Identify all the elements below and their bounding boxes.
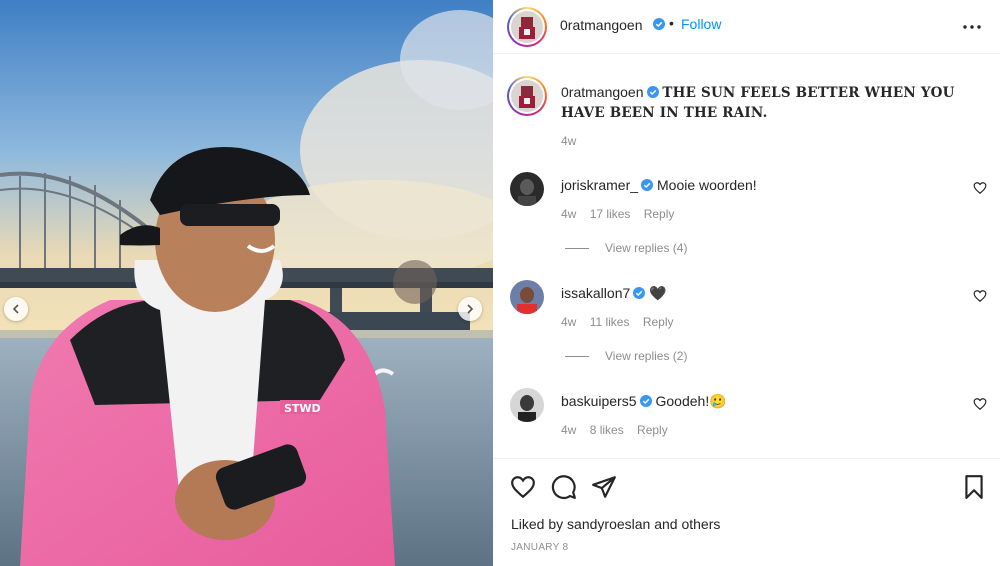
reply-button[interactable]: Reply xyxy=(644,207,675,221)
commenter-avatar[interactable] xyxy=(510,388,544,422)
paper-plane-icon[interactable] xyxy=(591,474,617,500)
caption-timestamp[interactable]: 4w xyxy=(561,134,576,148)
replies-divider xyxy=(565,355,589,357)
post-actions: Liked by sandyroeslan and others JANUARY… xyxy=(493,458,1000,566)
view-replies-label: View replies (4) xyxy=(605,241,688,255)
liked-by-user[interactable]: sandyroeslan xyxy=(567,516,650,532)
bookmark-icon[interactable] xyxy=(961,474,987,500)
verified-badge-icon xyxy=(633,287,646,299)
author-avatar[interactable] xyxy=(507,7,547,47)
verified-badge-icon xyxy=(639,395,652,407)
view-replies-button[interactable]: View replies (4) xyxy=(565,241,687,255)
comment-text: Goodeh!🥲 xyxy=(655,393,727,409)
author-username[interactable]: 0ratmangoen xyxy=(560,17,643,33)
comment-text: Mooie woorden! xyxy=(657,177,757,193)
post-caption: 0ratmangoen THE SUN FEELS BETTER WHEN YO… xyxy=(561,83,981,123)
comment-time[interactable]: 4w xyxy=(561,315,576,329)
post-media[interactable]: STWD xyxy=(0,0,493,566)
more-horizontal-icon[interactable] xyxy=(961,16,983,38)
heart-icon[interactable] xyxy=(510,474,536,500)
comment-item: joriskramer_ Mooie woorden! 4w 17 likes R… xyxy=(493,172,1000,262)
previous-photo-button[interactable] xyxy=(4,297,28,321)
verified-badge-icon xyxy=(653,18,665,30)
caption-author-avatar[interactable] xyxy=(507,76,547,116)
heart-icon[interactable] xyxy=(973,289,987,303)
liked-by: Liked by sandyroeslan and others xyxy=(511,516,720,532)
commenter-avatar[interactable] xyxy=(510,280,544,314)
heart-icon[interactable] xyxy=(973,181,987,195)
post-header: 0ratmangoen • Follow xyxy=(493,0,1000,54)
view-replies-button[interactable]: View replies (2) xyxy=(565,349,687,363)
comment-time[interactable]: 4w xyxy=(561,207,576,221)
chevron-right-icon xyxy=(467,304,474,314)
comment-likes[interactable]: 8 likes xyxy=(590,423,624,437)
comment-time[interactable]: 4w xyxy=(561,423,576,437)
svg-text:STWD: STWD xyxy=(284,402,321,415)
next-photo-button[interactable] xyxy=(458,297,482,321)
comment-item: issakallon7 🖤 4w 11 likes Reply View repl… xyxy=(493,280,1000,370)
comment-likes[interactable]: 17 likes xyxy=(590,207,631,221)
caption-username[interactable]: 0ratmangoen xyxy=(561,84,644,100)
post-panel: 0ratmangoen • Follow 0ratmangoen THE SUN… xyxy=(493,0,1000,566)
comment-text: 🖤 xyxy=(649,285,667,301)
header-separator: • xyxy=(669,15,674,31)
post-date[interactable]: JANUARY 8 xyxy=(511,542,568,553)
chevron-left-icon xyxy=(12,304,19,314)
verified-badge-icon xyxy=(641,179,654,191)
post-photo: STWD xyxy=(0,0,493,566)
view-replies-label: View replies (2) xyxy=(605,349,688,363)
commenter-username[interactable]: issakallon7 xyxy=(561,285,630,301)
replies-divider xyxy=(565,247,589,249)
reply-button[interactable]: Reply xyxy=(637,423,668,437)
verified-badge-icon xyxy=(646,86,659,98)
liked-by-suffix[interactable]: and others xyxy=(654,516,720,532)
commenter-avatar[interactable] xyxy=(510,172,544,206)
commenter-username[interactable]: joriskramer_ xyxy=(561,177,638,193)
commenter-username[interactable]: baskuipers5 xyxy=(561,393,637,409)
comment-likes[interactable]: 11 likes xyxy=(590,315,630,329)
reply-button[interactable]: Reply xyxy=(643,315,674,329)
comment-icon[interactable] xyxy=(551,474,577,500)
heart-icon[interactable] xyxy=(973,397,987,411)
follow-button[interactable]: Follow xyxy=(681,16,721,32)
liked-by-prefix: Liked by xyxy=(511,516,564,532)
